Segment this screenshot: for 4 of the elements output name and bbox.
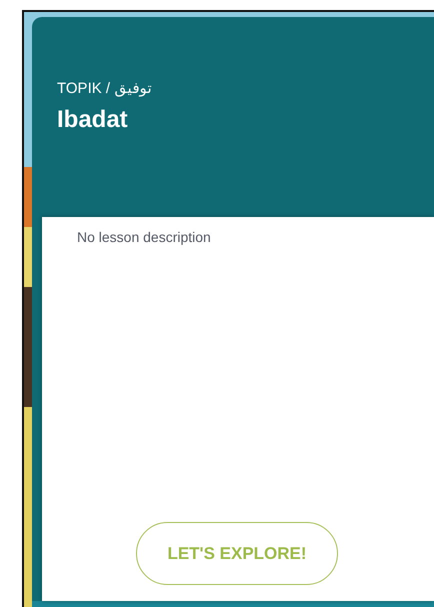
breadcrumb: TOPIK / توفيق	[57, 79, 152, 99]
explore-button[interactable]: LET'S EXPLORE!	[136, 522, 338, 585]
lesson-description: No lesson description	[77, 229, 211, 245]
lesson-title: Ibadat	[57, 105, 129, 135]
